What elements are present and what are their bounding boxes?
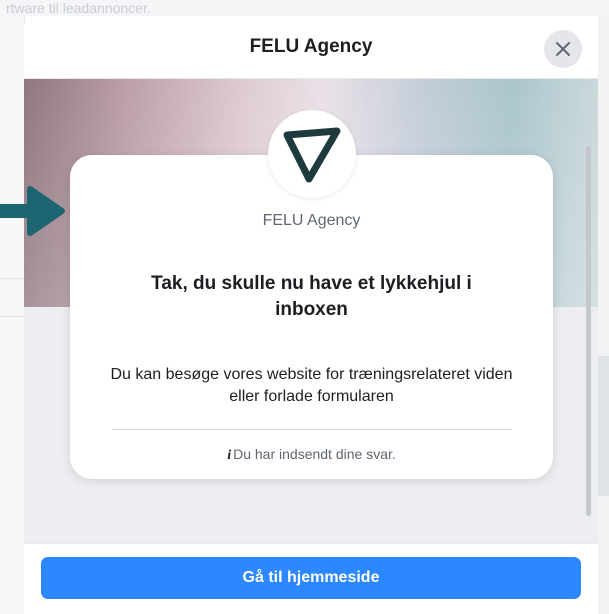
background-partial-text: rtware til leadannoncer. [6,0,151,16]
close-icon [556,42,570,56]
background-strip: rtware til leadannoncer. [0,0,609,16]
background-divider [0,316,24,317]
background-divider [0,278,24,279]
close-button[interactable] [544,30,582,68]
thank-you-description: Du kan besøge vores website for trænings… [110,366,513,405]
dialog-header: FELU Agency [24,16,598,79]
background-left-panel [0,16,25,614]
go-to-website-button[interactable]: Gå til hjemmeside [41,557,581,599]
info-icon: i [227,448,232,463]
submission-note-text: Du har indsendt dine svar. [233,446,396,462]
submission-note: i Du har indsendt dine svar. [70,446,553,464]
scrollbar[interactable] [586,146,591,516]
brand-name: FELU Agency [262,212,361,229]
thank-you-headline: Tak, du skulle nu have et lykkehjul i in… [151,273,472,320]
card-divider [112,429,512,430]
background-right-panel [598,16,609,614]
brand-logo [268,110,356,198]
lead-form-dialog: FELU Agency FELU Agency Tak, du skulle n… [24,16,598,614]
triangle-logo-icon [283,127,341,183]
arrow-right-icon [0,186,65,236]
dialog-title: FELU Agency [249,36,373,57]
background-band [598,356,609,496]
